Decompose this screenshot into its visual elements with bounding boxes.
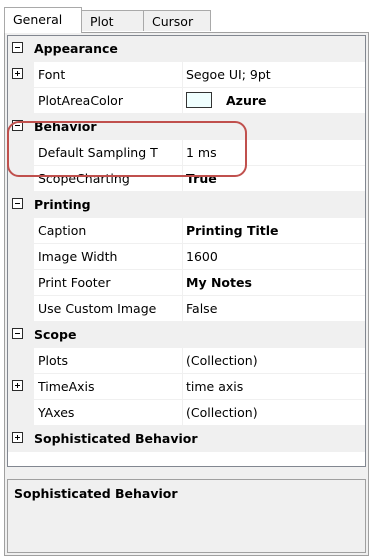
property-plots[interactable]: Plots (Collection) [8, 348, 365, 374]
property-name: ScopeCharting [38, 171, 130, 186]
property-use-custom-image[interactable]: Use Custom Image False [8, 296, 365, 322]
property-print-footer[interactable]: Print Footer My Notes [8, 270, 365, 296]
gutter [8, 166, 34, 191]
property-timeaxis[interactable]: TimeAxis time axis [8, 374, 365, 400]
divider [182, 218, 183, 243]
category-appearance[interactable]: Appearance [8, 36, 365, 62]
divider [182, 270, 183, 295]
property-value[interactable]: Azure [226, 88, 267, 113]
gutter [8, 400, 34, 425]
property-name: Plots [38, 353, 69, 368]
tab-plot-label: Plot [90, 14, 114, 29]
property-value[interactable]: (Collection) [186, 348, 258, 373]
description-title: Sophisticated Behavior [14, 486, 178, 501]
property-name: YAxes [38, 405, 75, 420]
property-value[interactable]: My Notes [186, 270, 252, 295]
property-grid: Appearance Font Segoe UI; 9pt PlotAreaCo… [7, 35, 366, 467]
divider [182, 62, 183, 87]
collapse-icon[interactable] [12, 42, 23, 53]
color-swatch [186, 92, 212, 108]
divider [182, 244, 183, 269]
divider [182, 348, 183, 373]
category-label: Printing [34, 197, 91, 212]
gutter [8, 296, 34, 321]
gutter [8, 140, 34, 165]
category-label: Scope [34, 327, 77, 342]
property-value[interactable]: Printing Title [186, 218, 279, 243]
property-yaxes[interactable]: YAxes (Collection) [8, 400, 365, 426]
property-font[interactable]: Font Segoe UI; 9pt [8, 62, 365, 88]
tab-general[interactable]: General [4, 7, 82, 33]
property-name: Caption [38, 223, 87, 238]
property-scopecharting[interactable]: ScopeCharting True [8, 166, 365, 192]
gutter [8, 270, 34, 295]
property-name: Default Sampling T [38, 145, 158, 160]
property-name: PlotAreaColor [38, 93, 123, 108]
category-scope[interactable]: Scope [8, 322, 365, 348]
category-label: Appearance [34, 41, 118, 56]
divider [182, 296, 183, 321]
collapse-icon[interactable] [12, 328, 23, 339]
gutter [8, 218, 34, 243]
property-name: Font [38, 67, 66, 82]
category-label: Sophisticated Behavior [34, 431, 198, 446]
divider [182, 166, 183, 191]
property-name: Use Custom Image [38, 301, 157, 316]
property-value[interactable]: (Collection) [186, 400, 258, 425]
property-value[interactable]: time axis [186, 374, 243, 399]
property-name: TimeAxis [38, 379, 95, 394]
tab-strip: General Plot Cursor [4, 7, 374, 33]
category-behavior[interactable]: Behavior [8, 114, 365, 140]
gutter [8, 244, 34, 269]
property-image-width[interactable]: Image Width 1600 [8, 244, 365, 270]
tab-cursor-label: Cursor [152, 14, 194, 29]
gutter [8, 88, 34, 113]
expand-icon[interactable] [12, 432, 23, 443]
property-value[interactable]: False [186, 296, 217, 321]
category-label: Behavior [34, 119, 97, 134]
property-default-sampling[interactable]: Default Sampling T 1 ms [8, 140, 365, 166]
tab-cursor[interactable]: Cursor [143, 10, 211, 31]
property-plotareacolor[interactable]: PlotAreaColor Azure [8, 88, 365, 114]
expand-icon[interactable] [12, 68, 23, 79]
gutter [8, 348, 34, 373]
divider [182, 140, 183, 165]
property-value[interactable]: 1600 [186, 244, 218, 269]
property-name: Print Footer [38, 275, 111, 290]
description-pane: Sophisticated Behavior [7, 479, 366, 553]
divider [182, 374, 183, 399]
collapse-icon[interactable] [12, 120, 23, 131]
tab-plot[interactable]: Plot [81, 10, 144, 31]
divider [182, 400, 183, 425]
collapse-icon[interactable] [12, 198, 23, 209]
property-value[interactable]: True [186, 166, 217, 191]
property-value[interactable]: 1 ms [186, 140, 217, 165]
category-sophisticated-behavior[interactable]: Sophisticated Behavior [8, 426, 365, 452]
property-panel: Appearance Font Segoe UI; 9pt PlotAreaCo… [4, 32, 369, 556]
expand-icon[interactable] [12, 380, 23, 391]
property-name: Image Width [38, 249, 118, 264]
category-printing[interactable]: Printing [8, 192, 365, 218]
divider [182, 88, 183, 113]
property-caption[interactable]: Caption Printing Title [8, 218, 365, 244]
property-value[interactable]: Segoe UI; 9pt [186, 62, 271, 87]
tab-general-label: General [13, 12, 63, 27]
